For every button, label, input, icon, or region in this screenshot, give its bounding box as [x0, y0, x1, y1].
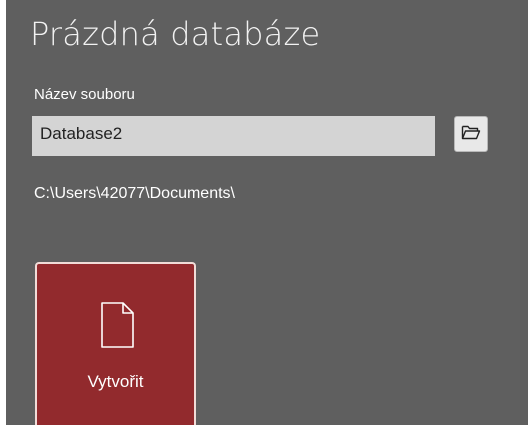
new-database-panel: Prázdná databáze Název souboru C:\Users\…: [6, 0, 528, 425]
filename-label: Název souboru: [34, 86, 135, 103]
blank-document-icon: [97, 300, 137, 350]
browse-location-button[interactable]: [454, 116, 488, 152]
create-button[interactable]: Vytvořit: [35, 262, 196, 425]
page-title: Prázdná databáze: [30, 15, 321, 53]
filename-input[interactable]: [32, 116, 435, 156]
open-folder-icon: [461, 124, 481, 145]
save-path: C:\Users\42077\Documents\: [34, 185, 235, 202]
create-button-label: Vytvořit: [87, 372, 144, 391]
